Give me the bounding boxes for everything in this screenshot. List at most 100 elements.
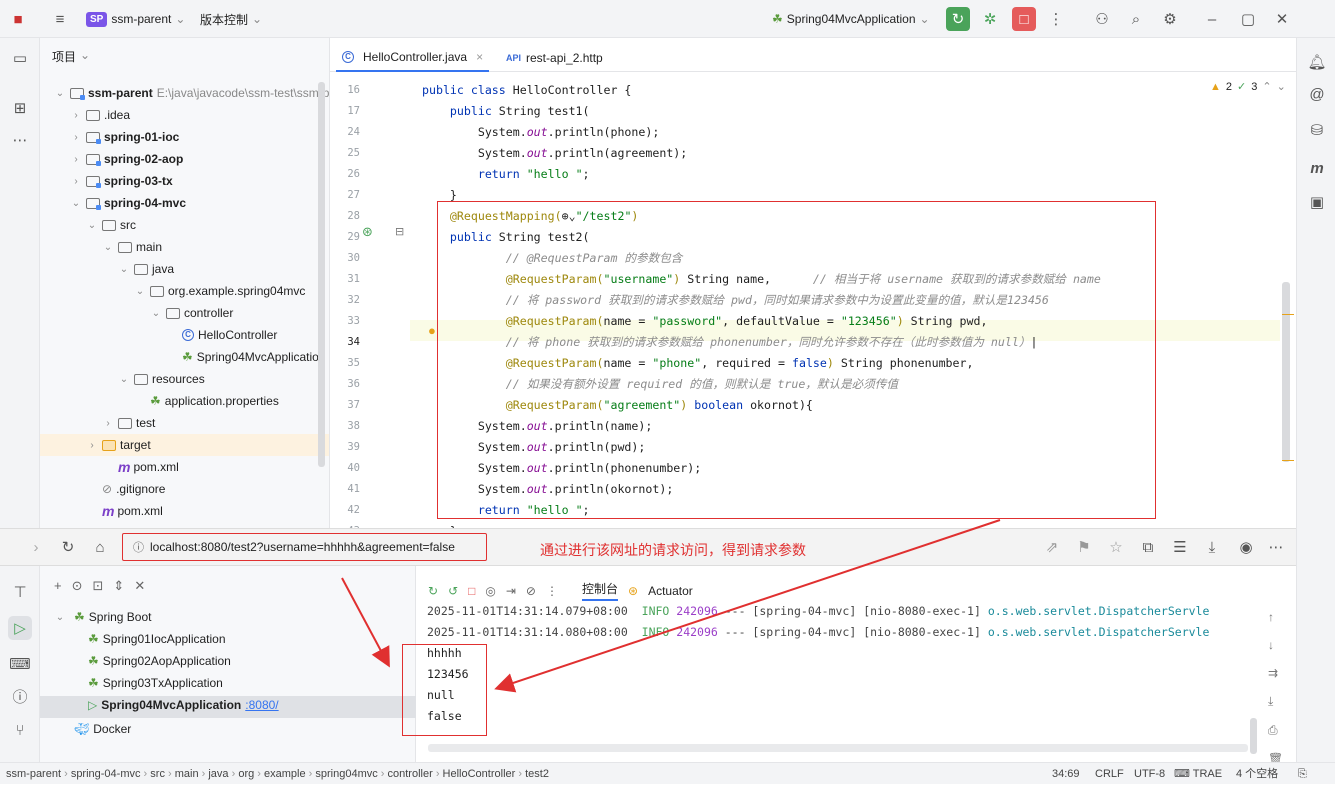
tree-item[interactable]: ☘ application.properties — [40, 390, 329, 412]
lock-icon[interactable]: ⎘ — [1298, 763, 1307, 785]
favorites-icon[interactable]: ☰ — [1168, 535, 1192, 559]
tree-item[interactable]: ⌄ ssm-parent E:\java\javacode\ssm-test\ss… — [40, 82, 329, 104]
tree-item[interactable]: ⌄ controller — [40, 302, 329, 324]
breadcrumb-item[interactable]: java — [208, 768, 228, 780]
chevron-down-icon[interactable]: ⌄ — [150, 308, 162, 319]
notifications-icon[interactable]: 🔔︎ — [1305, 50, 1329, 74]
service-item[interactable]: ☘ Spring01IocApplication — [88, 632, 226, 646]
expand-icon[interactable]: ⇕ — [113, 578, 124, 594]
breadcrumb-item[interactable]: org — [238, 768, 254, 780]
rerun-icon[interactable]: ↻ — [946, 7, 970, 31]
editor-scrollbar[interactable] — [1282, 282, 1290, 462]
breadcrumb-item[interactable]: ssm-parent — [6, 768, 61, 780]
chevron-right-icon[interactable]: › — [102, 418, 114, 429]
problems-icon[interactable]: ⓘ — [8, 684, 32, 708]
tree-item[interactable]: › spring-02-aop — [40, 148, 329, 170]
tree-item[interactable]: › target — [40, 434, 329, 456]
tree-item[interactable]: › spring-01-ioc — [40, 126, 329, 148]
main-menu-icon[interactable]: ≡ — [48, 7, 72, 31]
restart-icon[interactable]: ↺ — [448, 584, 458, 598]
run-config-selector[interactable]: ☘ Spring04MvcApplication ⌄ — [772, 9, 930, 29]
caret-position[interactable]: 34:69 — [1052, 763, 1080, 785]
chevron-down-icon[interactable]: ⌄ — [86, 220, 98, 231]
refresh-icon[interactable]: ↻ — [56, 535, 80, 559]
chevron-down-icon[interactable]: ⌄ — [102, 242, 114, 253]
git-icon[interactable]: ⑂ — [8, 718, 32, 742]
code-line[interactable]: System.out.println(phone); — [422, 122, 660, 143]
chevron-right-icon[interactable]: › — [86, 440, 98, 451]
camera-icon[interactable]: ◎ — [485, 584, 495, 598]
rerun-icon[interactable]: ↻ — [428, 584, 438, 598]
tree-node-docker[interactable]: 🐳︎ Docker — [74, 722, 131, 736]
chevron-down-icon[interactable]: ⌄ — [54, 88, 66, 99]
code-line[interactable]: public String test1( — [422, 101, 590, 122]
spring-endpoint-gutter-icon[interactable]: ⊛ — [362, 224, 373, 240]
tree-node-springboot[interactable]: ⌄ ☘ Spring Boot — [54, 610, 152, 624]
scroll-end-icon[interactable]: ⤓ — [1268, 694, 1283, 709]
chevron-right-icon[interactable]: › — [70, 110, 82, 121]
tab-actuator[interactable]: Actuator — [648, 584, 693, 598]
project-panel-header[interactable]: 项目 ⌄ — [52, 48, 90, 65]
tab-console[interactable]: 控制台 — [581, 580, 618, 601]
maven-icon[interactable]: m — [1305, 156, 1329, 180]
close-icon[interactable]: ✕ — [1270, 7, 1294, 31]
more-icon[interactable]: ⋮ — [1044, 7, 1068, 31]
close-tab-icon[interactable]: × — [476, 50, 483, 64]
share-icon[interactable]: ⇗ — [1040, 535, 1064, 559]
chevron-right-icon[interactable]: › — [70, 154, 82, 165]
chevron-right-icon[interactable]: › — [70, 176, 82, 187]
stop-icon[interactable]: □ — [468, 584, 475, 598]
chevron-down-icon[interactable]: ⌄ — [70, 198, 82, 209]
view-icon[interactable]: ⊙ — [72, 578, 83, 594]
tree-item[interactable]: › spring-03-tx — [40, 170, 329, 192]
plugin-status[interactable]: ⌨ TRAE — [1174, 763, 1222, 785]
service-item[interactable]: ☘ Spring02AopApplication — [88, 654, 231, 668]
add-user-icon[interactable]: ⚇ — [1090, 7, 1114, 31]
code-line[interactable]: public class HelloController { — [422, 80, 631, 101]
chevron-down-icon[interactable]: ⌄ — [1277, 80, 1286, 93]
tree-item[interactable]: ⌄ java — [40, 258, 329, 280]
http-request-gutter-icon[interactable]: ⊟ — [395, 225, 404, 238]
tree-item[interactable]: C HelloController — [40, 324, 329, 346]
indent-setting[interactable]: 4 个空格 — [1236, 763, 1278, 785]
tree-item[interactable]: ⊘ .gitignore — [40, 478, 329, 500]
chevron-up-icon[interactable]: ⌃ — [1262, 80, 1271, 93]
more-tools-icon[interactable]: ⋯ — [8, 128, 32, 152]
breadcrumb-item[interactable]: spring-04-mvc — [71, 768, 141, 780]
tree-item[interactable]: ⌄ spring-04-mvc — [40, 192, 329, 214]
vcs-menu[interactable]: 版本控制 ⌄ — [200, 9, 262, 29]
tree-scrollbar[interactable] — [318, 82, 325, 467]
arrow-down-icon[interactable]: ↓ — [1268, 638, 1283, 652]
tree-item[interactable]: m pom.xml — [40, 500, 329, 522]
debug-icon[interactable]: ✲ — [978, 7, 1002, 31]
tab-rest-api[interactable]: API rest-api_2.http — [500, 44, 609, 72]
tree-item[interactable]: › test — [40, 412, 329, 434]
terminal-icon[interactable]: ⌨ — [8, 652, 32, 676]
breadcrumb-item[interactable]: HelloController — [443, 768, 516, 780]
arrow-up-icon[interactable]: ↑ — [1268, 610, 1283, 624]
chevron-down-icon[interactable]: ⌄ — [118, 264, 130, 275]
console-hscrollbar[interactable] — [428, 744, 1248, 752]
tree-item[interactable]: m pom.xml — [40, 456, 329, 478]
add-icon[interactable]: + — [54, 578, 62, 594]
print-icon[interactable]: ⎙ — [1268, 723, 1283, 738]
tree-item[interactable]: › .idea — [40, 104, 329, 126]
console-scrollbar[interactable] — [1250, 718, 1257, 754]
url-field[interactable]: ⓘ localhost:8080/test2?username=hhhhh&ag… — [122, 533, 487, 561]
terminal-panel-icon[interactable]: ▣ — [1305, 190, 1329, 214]
soft-wrap-icon[interactable]: ⇉ — [1268, 666, 1283, 680]
forward-icon[interactable]: › — [24, 535, 48, 559]
tree-item[interactable]: ⌄ src — [40, 214, 329, 236]
chevron-down-icon[interactable]: ⌄ — [134, 286, 146, 297]
tree-item[interactable]: ⌄ main — [40, 236, 329, 258]
code-line[interactable]: System.out.println(agreement); — [422, 143, 687, 164]
split-view-icon[interactable]: ⧉ — [1136, 535, 1160, 559]
stop-icon[interactable]: □ — [1012, 7, 1036, 31]
settings-gear-icon[interactable]: ⚙ — [1158, 7, 1182, 31]
project-switcher[interactable]: SP ssm-parent ⌄ — [86, 9, 185, 29]
chevron-down-icon[interactable]: ⌄ — [118, 374, 130, 385]
project-tool-icon[interactable]: ▭ — [8, 46, 32, 70]
inspection-widget[interactable]: ▲ 2 ✓ 3 ⌃ ⌄ — [1210, 80, 1286, 94]
breadcrumb-item[interactable]: main — [175, 768, 199, 780]
tree-item[interactable]: ⌄ resources — [40, 368, 329, 390]
